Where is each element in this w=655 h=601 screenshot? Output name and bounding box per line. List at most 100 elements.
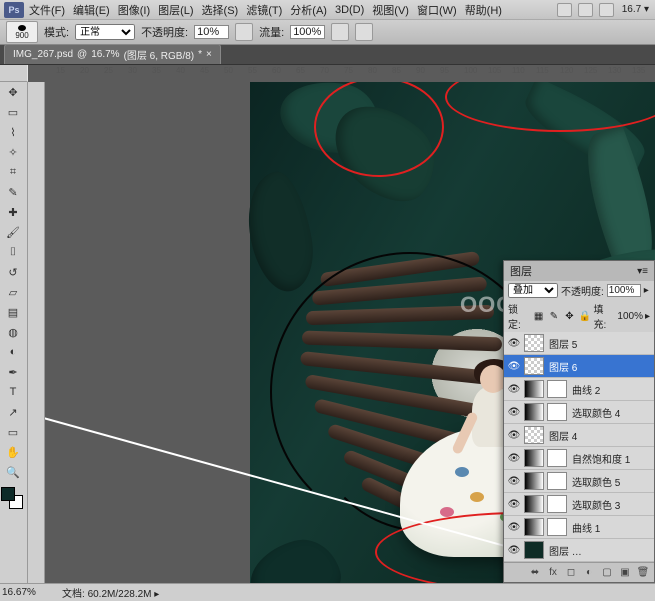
screen-mode-button[interactable] — [578, 3, 593, 17]
flow-field[interactable]: 100% — [290, 25, 325, 39]
new-layer-icon[interactable]: ▣ — [618, 566, 632, 580]
layer-mask-thumbnail[interactable] — [547, 403, 567, 421]
layer-name[interactable]: 自然饱和度 1 — [570, 451, 651, 466]
marquee-tool[interactable]: ▭ — [1, 102, 25, 122]
layer-thumbnail[interactable] — [524, 403, 544, 421]
layer-row[interactable]: 👁 选取颜色 4 — [504, 401, 654, 424]
fill-field[interactable]: 100% — [617, 311, 643, 322]
layer-row[interactable]: 👁图层 5 — [504, 332, 654, 355]
visibility-icon[interactable]: 👁 — [507, 359, 521, 373]
layer-row[interactable]: 👁 曲线 2 — [504, 378, 654, 401]
layer-list[interactable]: 👁图层 5👁图层 6👁曲线 2👁选取颜色 4👁图层 4👁自然饱和度 1👁选取颜色… — [504, 332, 654, 562]
menu-window[interactable]: 窗口(W) — [414, 2, 460, 18]
layer-thumbnail[interactable] — [524, 426, 544, 444]
visibility-icon[interactable]: 👁 — [507, 520, 521, 534]
tablet-pressure-icon[interactable] — [355, 23, 373, 41]
menu-edit[interactable]: 编辑(E) — [70, 2, 113, 18]
pen-tool[interactable]: ✒ — [1, 362, 25, 382]
layer-thumbnail[interactable] — [524, 472, 544, 490]
layer-thumbnail[interactable] — [524, 518, 544, 536]
type-tool[interactable]: T — [1, 382, 25, 402]
layer-name[interactable]: 图层 … — [547, 543, 651, 558]
lock-all-icon[interactable]: 🔒 — [578, 309, 591, 323]
lock-pixels-icon[interactable]: ✎ — [547, 309, 560, 323]
layer-mask-thumbnail[interactable] — [547, 380, 567, 398]
healing-tool[interactable]: ✚ — [1, 202, 25, 222]
blend-mode-select[interactable]: 叠加 — [508, 283, 558, 298]
layer-row[interactable]: 👁 曲线 1 — [504, 516, 654, 539]
layer-row[interactable]: 👁 选取颜色 5 — [504, 470, 654, 493]
layer-fx-icon[interactable]: fx — [546, 566, 560, 580]
visibility-icon[interactable]: 👁 — [507, 543, 521, 557]
layer-thumbnail[interactable] — [524, 357, 544, 375]
brush-tool[interactable]: 🖌 — [1, 222, 25, 242]
menu-analysis[interactable]: 分析(A) — [287, 2, 330, 18]
window-layout-button[interactable] — [557, 3, 572, 17]
layer-mask-thumbnail[interactable] — [547, 495, 567, 513]
layer-mask-icon[interactable]: ◻ — [564, 566, 578, 580]
layer-thumbnail[interactable] — [524, 334, 544, 352]
ruler-origin[interactable] — [0, 65, 28, 82]
layer-name[interactable]: 选取颜色 3 — [570, 497, 651, 512]
layer-row[interactable]: 👁 图层 6 — [504, 355, 654, 378]
opacity-pressure-icon[interactable] — [235, 23, 253, 41]
layers-tab[interactable]: 图层 — [510, 263, 532, 279]
visibility-icon[interactable]: 👁 — [507, 336, 521, 350]
visibility-icon[interactable]: 👁 — [507, 382, 521, 396]
brush-preview[interactable]: 900 — [6, 21, 38, 43]
visibility-icon[interactable]: 👁 — [507, 497, 521, 511]
visibility-icon[interactable]: 👁 — [507, 451, 521, 465]
layer-name[interactable]: 曲线 2 — [570, 382, 651, 397]
opacity-field[interactable]: 10% — [194, 25, 229, 39]
dodge-tool[interactable]: ◐ — [1, 342, 25, 362]
layer-row[interactable]: 👁 自然饱和度 1 — [504, 447, 654, 470]
tab-close-icon[interactable]: × — [206, 49, 212, 60]
menu-select[interactable]: 选择(S) — [199, 2, 242, 18]
wand-tool[interactable]: ✧ — [1, 142, 25, 162]
layer-row[interactable]: 👁 选取颜色 3 — [504, 493, 654, 516]
layer-thumbnail[interactable] — [524, 380, 544, 398]
layer-row[interactable]: 👁图层 4 — [504, 424, 654, 447]
eyedropper-tool[interactable]: ✎ — [1, 182, 25, 202]
panel-menu-icon[interactable]: ▾≡ — [637, 266, 648, 277]
layer-name[interactable]: 选取颜色 5 — [570, 474, 651, 489]
foreground-swatch[interactable] — [1, 487, 15, 501]
visibility-icon[interactable]: 👁 — [507, 405, 521, 419]
airbrush-icon[interactable] — [331, 23, 349, 41]
layer-name[interactable]: 曲线 1 — [570, 520, 651, 535]
adjustment-layer-icon[interactable]: ◐ — [582, 566, 596, 580]
crop-tool[interactable]: ⌗ — [1, 162, 25, 182]
layer-opacity-field[interactable]: 100% — [607, 284, 641, 297]
delete-layer-icon[interactable]: 🗑 — [636, 566, 650, 580]
stamp-tool[interactable]: ⌷ — [1, 242, 25, 262]
blur-tool[interactable]: ◍ — [1, 322, 25, 342]
visibility-icon[interactable]: 👁 — [507, 428, 521, 442]
document-tab[interactable]: IMG_267.psd @ 16.7% (图层 6, RGB/8) * × — [4, 44, 221, 64]
zoom-tool[interactable]: 🔍 — [1, 462, 25, 482]
shape-tool[interactable]: ▭ — [1, 422, 25, 442]
menu-view[interactable]: 视图(V) — [369, 2, 412, 18]
move-tool[interactable]: ✥ — [1, 82, 25, 102]
layer-row[interactable]: 👁 图层 … — [504, 539, 654, 562]
menu-image[interactable]: 图像(I) — [115, 2, 153, 18]
link-layers-icon[interactable]: ⬌ — [528, 566, 542, 580]
layer-mask-thumbnail[interactable] — [547, 449, 567, 467]
gradient-tool[interactable]: ▤ — [1, 302, 25, 322]
visibility-icon[interactable]: 👁 — [507, 474, 521, 488]
layer-group-icon[interactable]: ▢ — [600, 566, 614, 580]
mode-select[interactable]: 正常 — [75, 24, 135, 40]
status-zoom[interactable]: 16.67% — [2, 587, 52, 598]
ruler-vertical[interactable] — [28, 82, 45, 583]
lock-position-icon[interactable]: ✥ — [563, 309, 576, 323]
menu-file[interactable]: 文件(F) — [26, 2, 68, 18]
arrange-button[interactable] — [599, 3, 614, 17]
layer-name[interactable]: 选取颜色 4 — [570, 405, 651, 420]
hand-tool[interactable]: ✋ — [1, 442, 25, 462]
path-tool[interactable]: ↗ — [1, 402, 25, 422]
layer-name[interactable]: 图层 6 — [547, 359, 651, 374]
layer-thumbnail[interactable] — [524, 449, 544, 467]
menu-layer[interactable]: 图层(L) — [155, 2, 196, 18]
layer-thumbnail[interactable] — [524, 495, 544, 513]
history-brush-tool[interactable]: ↺ — [1, 262, 25, 282]
layer-mask-thumbnail[interactable] — [547, 518, 567, 536]
